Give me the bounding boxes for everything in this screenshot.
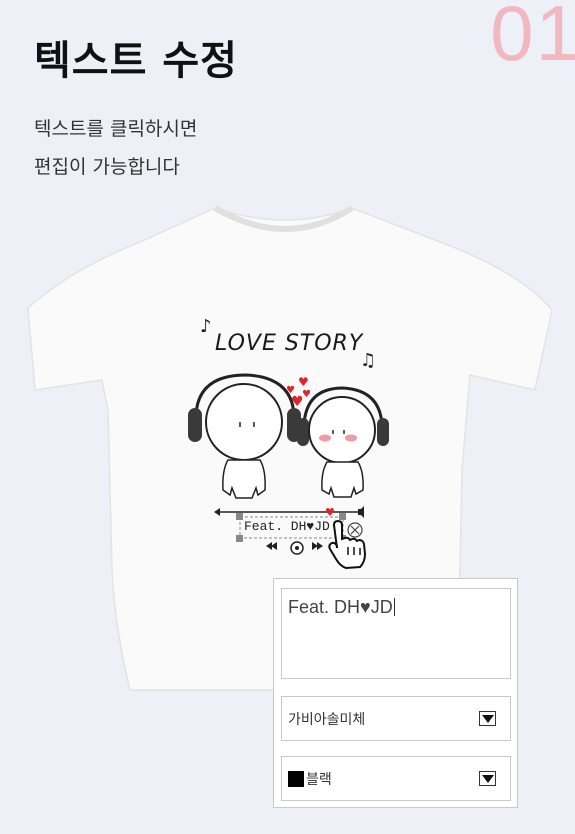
description-line-1: 텍스트를 클릭하시면 [34,118,198,140]
heart-icon: ♥ [298,375,309,389]
heart-icon: ♥ [302,389,311,400]
color-select[interactable]: 블랙 [281,756,511,801]
text-edit-panel: Feat. DH♥JD 가비아솔미체 블랙 [273,578,518,808]
design-title: LOVE STORY [215,331,364,356]
page-title: 텍스트 수정 [34,38,238,84]
font-select-value: 가비아솔미체 [288,711,366,728]
font-select[interactable]: 가비아솔미체 [281,696,511,741]
chevron-down-icon[interactable] [479,711,496,726]
chevron-down-icon[interactable] [479,771,496,786]
color-select-value: 블랙 [306,771,332,788]
music-note-icon: ♪ [200,316,212,337]
design-feat-text[interactable]: Feat. DH♥JD [241,517,343,537]
step-number: 01 [490,0,575,77]
color-swatch [288,770,304,787]
text-input-area[interactable]: Feat. DH♥JD [281,588,511,679]
text-input-value: Feat. DH♥JD [288,597,393,617]
text-caret [393,598,395,616]
description-line-2: 편집이 가능합니다 [34,156,180,178]
